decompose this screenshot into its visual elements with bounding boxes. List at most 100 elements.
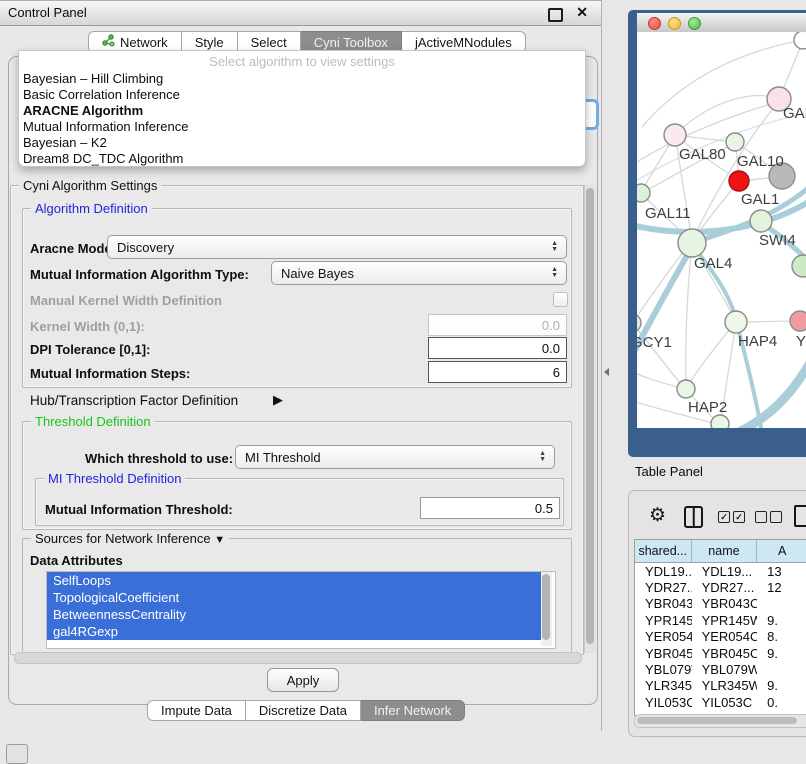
table-cell: YPR145W [635, 612, 692, 628]
tab-style-label: Style [195, 35, 224, 50]
collapsed-panel-button[interactable] [6, 744, 28, 764]
network-node[interactable] [725, 311, 747, 333]
algorithm-option[interactable]: Dream8 DC_TDC Algorithm [23, 151, 581, 167]
stepper-arrows-icon: ▲▼ [531, 451, 554, 463]
data-attribute-item[interactable]: gal4RGexp [47, 623, 543, 640]
network-node[interactable] [678, 229, 706, 257]
network-node-label: GAL10 [737, 153, 784, 170]
network-node[interactable] [794, 32, 806, 49]
float-window-icon[interactable] [548, 8, 563, 22]
collapse-down-icon[interactable]: ▼ [214, 534, 225, 546]
table-cell: YIL053C [692, 694, 758, 710]
table-column-header[interactable]: name [692, 540, 758, 563]
data-attribute-item[interactable]: SelfLoops [47, 572, 543, 589]
table-cell: YLR345W [692, 678, 758, 694]
columns-icon[interactable] [684, 506, 703, 528]
table-panel-title: Table Panel [635, 464, 703, 479]
table-cell: YDL19... [635, 563, 692, 579]
table-cell [757, 596, 806, 612]
table-cell: YDR27... [635, 579, 692, 595]
algorithm-option[interactable]: Bayesian – K2 [23, 135, 581, 151]
expand-right-icon[interactable]: ▶ [273, 392, 283, 408]
mi-steps-label: Mutual Information Steps: [30, 366, 190, 381]
mi-threshold-input[interactable]: 0.5 [420, 497, 560, 519]
network-node-label: HAP4 [738, 333, 777, 350]
network-node[interactable] [711, 415, 729, 428]
table-row[interactable]: YBR043CYBR043C [635, 596, 806, 612]
network-node[interactable] [750, 210, 772, 232]
tab-discretize-data[interactable]: Discretize Data [246, 700, 361, 721]
table-row[interactable]: YER054CYER054C8. [635, 629, 806, 645]
node-table: shared...nameA YDL19...YDL19...13YDR27..… [634, 539, 806, 716]
table-horizontal-scrollbar[interactable] [634, 714, 806, 728]
table-cell: YBR043C [635, 596, 692, 612]
gear-icon[interactable]: ⚙ [649, 504, 666, 527]
data-attributes-list[interactable]: SelfLoopsTopologicalCoefficientBetweenne… [46, 571, 556, 649]
table-row[interactable]: YBR045CYBR045C9. [635, 645, 806, 661]
data-attribute-item[interactable]: TopologicalCoefficient [47, 589, 543, 606]
minimize-traffic-light-icon[interactable] [668, 17, 681, 30]
network-node[interactable] [792, 255, 806, 277]
table-column-header[interactable]: A [757, 540, 806, 563]
table-row[interactable]: YLR345WYLR345W9. [635, 678, 806, 694]
network-node[interactable] [790, 311, 806, 331]
algorithm-list: Bayesian – Hill ClimbingBasic Correlatio… [23, 71, 581, 167]
deselect-all-icon[interactable] [755, 511, 782, 523]
mi-threshold-value: 0.5 [535, 501, 553, 516]
network-node[interactable] [637, 314, 641, 332]
mi-steps-value: 6 [553, 365, 560, 380]
mi-algorithm-type-select[interactable]: Naive Bayes ▲▼ [271, 261, 567, 285]
dpi-tolerance-value: 0.0 [542, 341, 560, 356]
network-node[interactable] [729, 171, 749, 191]
network-view-window[interactable]: GALGAL80GAL10GAL1GAL11SWI4GAL4HAP4YGCY1H… [628, 10, 806, 457]
settings-bottom-scroll-track [14, 652, 582, 664]
apply-button[interactable]: Apply [267, 668, 339, 692]
mi-threshold-definition-title: MI Threshold Definition [44, 471, 185, 486]
mi-steps-input[interactable]: 6 [428, 361, 567, 383]
network-node[interactable] [637, 184, 650, 202]
attributes-list-scrollbar[interactable] [541, 572, 552, 646]
threshold-definition-title: Threshold Definition [31, 414, 155, 429]
zoom-traffic-light-icon[interactable] [688, 17, 701, 30]
sources-group-title: Sources for Network Inference ▼ [31, 531, 229, 546]
which-threshold-value: MI Threshold [245, 450, 321, 465]
table-cell: 8. [757, 629, 806, 645]
network-canvas[interactable]: GALGAL80GAL10GAL1GAL11SWI4GAL4HAP4YGCY1H… [637, 32, 806, 428]
hub-definition-label[interactable]: Hub/Transcription Factor Definition [30, 393, 238, 408]
table-cell [757, 661, 806, 677]
settings-scrollbar[interactable] [584, 185, 596, 653]
select-all-icon[interactable]: ✓✓ [718, 511, 745, 523]
algorithm-option[interactable]: Bayesian – Hill Climbing [23, 71, 581, 87]
manual-kernel-width-checkbox[interactable] [553, 292, 568, 307]
network-node[interactable] [726, 133, 744, 151]
aracne-mode-select[interactable]: Discovery ▲▼ [107, 235, 567, 259]
network-node[interactable] [677, 380, 695, 398]
network-view-titlebar[interactable] [637, 13, 806, 33]
table-row[interactable]: YIL053CYIL053C0. [635, 694, 806, 710]
dpi-tolerance-input[interactable]: 0.0 [428, 337, 567, 359]
which-threshold-select[interactable]: MI Threshold ▲▼ [235, 445, 555, 469]
algorithm-dropdown-popup: Select algorithm to view settings Bayesi… [18, 50, 586, 167]
network-node-label: GAL80 [679, 146, 726, 163]
table-row[interactable]: YDL19...YDL19...13 [635, 563, 806, 579]
table-row[interactable]: YPR145WYPR145W9. [635, 612, 806, 628]
tab-impute-data[interactable]: Impute Data [147, 700, 246, 721]
file-icon[interactable] [794, 505, 806, 527]
table-row[interactable]: YDR27...YDR27...12 [635, 579, 806, 595]
network-node-label: Y [796, 333, 806, 350]
table-column-header[interactable]: shared... [635, 540, 692, 563]
algorithm-option[interactable]: ARACNE Algorithm [23, 103, 581, 119]
tab-infer-network[interactable]: Infer Network [361, 700, 465, 721]
algorithm-definition-title: Algorithm Definition [31, 201, 152, 216]
data-attribute-item[interactable]: BetweennessCentrality [47, 606, 543, 623]
close-traffic-light-icon[interactable] [648, 17, 661, 30]
table-cell: 12 [757, 579, 806, 595]
panel-split-collapse-icon[interactable] [604, 368, 609, 376]
algorithm-option[interactable]: Basic Correlation Inference [23, 87, 581, 103]
network-node[interactable] [664, 124, 686, 146]
close-icon[interactable]: ✕ [576, 4, 588, 21]
table-row[interactable]: YBL079WYBL079W [635, 661, 806, 677]
table-cell: YER054C [692, 629, 758, 645]
kernel-width-label: Kernel Width (0,1): [30, 319, 145, 334]
algorithm-option[interactable]: Mutual Information Inference [23, 119, 581, 135]
